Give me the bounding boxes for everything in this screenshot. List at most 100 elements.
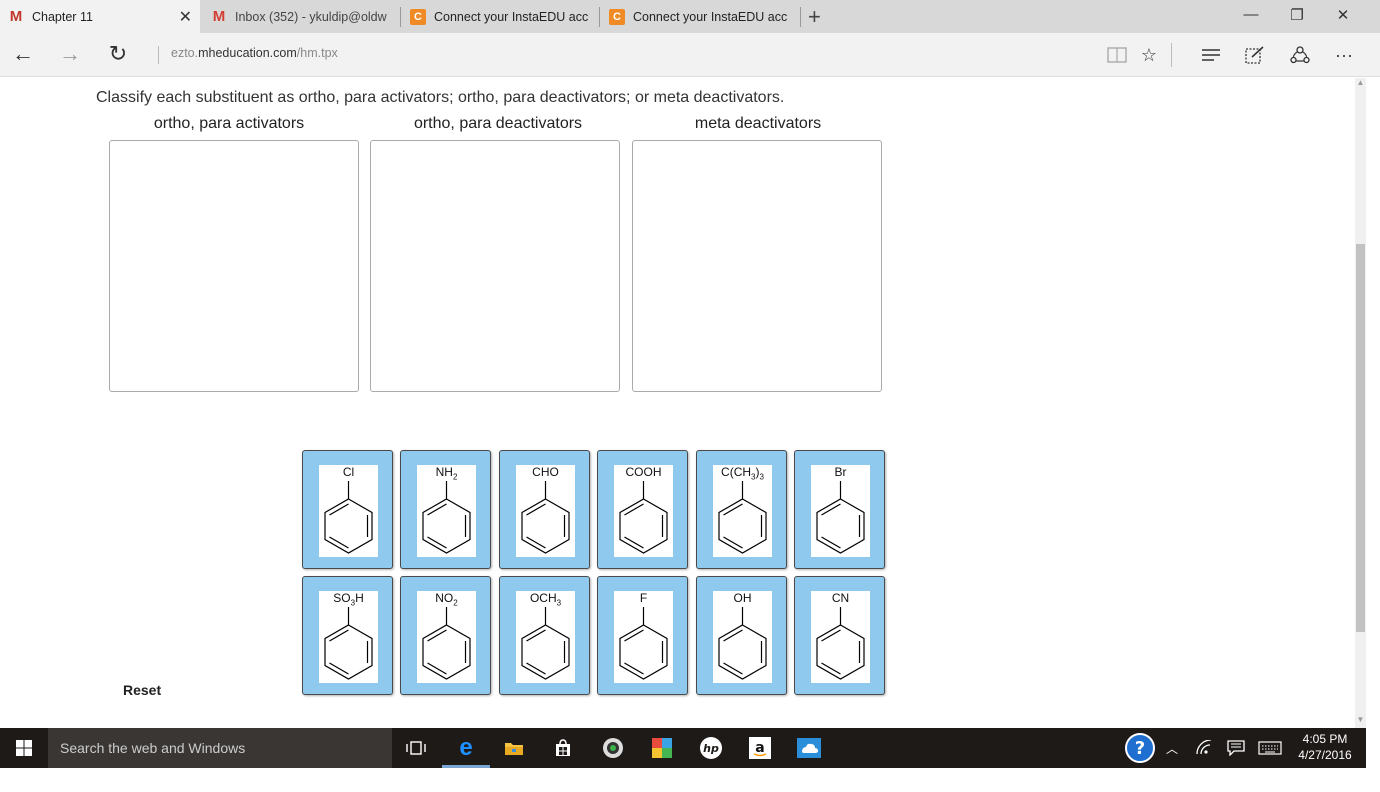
close-window-icon[interactable]: ✕ [1328, 6, 1358, 24]
url-field[interactable]: ezto.mheducation.com/hm.tpx [158, 46, 338, 64]
substituent-card-so3h[interactable]: SO3H [302, 576, 393, 695]
drop-zone-meta-deactivators[interactable] [632, 140, 882, 392]
benzene-structure: C(CH3)3 [713, 465, 772, 557]
bin-label-meta-deactivators: meta deactivators [694, 115, 822, 132]
tab-divider [599, 7, 600, 27]
connect-icon: C [609, 8, 625, 25]
new-tab-icon[interactable]: + [808, 4, 821, 30]
address-bar: ← → ↻ ezto.mheducation.com/hm.tpx ☆ ··· [0, 33, 1380, 77]
help-icon[interactable]: ? [1124, 732, 1156, 764]
tab-divider [800, 7, 801, 27]
taskbar-clock[interactable]: 4:05 PM 4/27/2016 [1290, 731, 1360, 763]
benzene-structure: OCH3 [516, 591, 575, 683]
taskbar: Search the web and Windows e hp a ? ︿ 4:… [0, 728, 1366, 768]
chevron-up-icon[interactable]: ︿ [1160, 736, 1184, 760]
benzene-structure: Br [811, 465, 870, 557]
drop-zone-op-deactivators[interactable] [370, 140, 620, 392]
benzene-structure: SO3H [319, 591, 378, 683]
tab-bar: M Chapter 11 ✕ M Inbox (352) - ykuldip@o… [0, 0, 1380, 33]
page-content: Classify each substituent as ortho, para… [0, 78, 1366, 728]
taskbar-search-input[interactable]: Search the web and Windows [48, 728, 392, 768]
substituent-card-no2[interactable]: NO2 [400, 576, 491, 695]
benzene-structure: OH [713, 591, 772, 683]
url-domain: mheducation.com [198, 46, 297, 60]
restore-icon[interactable]: ❐ [1282, 6, 1312, 24]
substituent-card-f[interactable]: F [597, 576, 688, 695]
toolbar-divider [1171, 43, 1172, 67]
url-path: /hm.tpx [296, 46, 338, 60]
tab-divider [400, 7, 401, 27]
substituent-card-cl[interactable]: Cl [302, 450, 393, 569]
hub-icon[interactable] [1198, 43, 1224, 67]
benzene-structure: F [614, 591, 673, 683]
tab-connect-2[interactable]: C Connect your InstaEDU acc [601, 0, 799, 33]
reading-view-icon[interactable] [1104, 43, 1130, 67]
amazon-icon[interactable]: a [748, 736, 772, 760]
gmail-icon: M [212, 8, 226, 25]
keyboard-icon[interactable] [1258, 736, 1282, 760]
file-explorer-icon[interactable] [502, 736, 526, 760]
scroll-up-icon[interactable]: ▲ [1355, 78, 1366, 90]
substituent-card-nh2[interactable]: NH2 [400, 450, 491, 569]
benzene-structure: NO2 [417, 591, 476, 683]
wifi-icon[interactable] [1192, 736, 1216, 760]
photos-app-icon[interactable] [650, 736, 674, 760]
more-icon[interactable]: ··· [1331, 43, 1357, 67]
url-prefix: ezto. [171, 46, 199, 60]
benzene-structure: COOH [614, 465, 673, 557]
tab-connect-1[interactable]: C Connect your InstaEDU acc [402, 0, 598, 33]
back-icon[interactable]: ← [8, 41, 38, 67]
substituent-label: CHO [532, 465, 559, 479]
drop-zone-op-activators[interactable] [109, 140, 359, 392]
edge-icon[interactable]: e [454, 734, 478, 761]
substituent-card-cch33[interactable]: C(CH3)3 [696, 450, 787, 569]
benzene-structure: NH2 [417, 465, 476, 557]
benzene-structure: Cl [319, 465, 378, 557]
substituent-label: OH [733, 591, 752, 605]
substituent-label: Cl [342, 465, 355, 479]
clock-date: 4/27/2016 [1298, 748, 1352, 762]
tab-inbox[interactable]: M Inbox (352) - ykuldip@oldw [203, 0, 400, 33]
question-prompt: Classify each substituent as ortho, para… [96, 89, 785, 106]
substituent-label: Br [834, 465, 847, 479]
camera-app-icon[interactable] [601, 736, 625, 760]
forward-icon[interactable]: → [55, 41, 85, 67]
action-center-icon[interactable] [1224, 736, 1248, 760]
substituent-label: F [639, 591, 648, 605]
svg-text:?: ? [1135, 738, 1145, 759]
substituent-card-br[interactable]: Br [794, 450, 885, 569]
tab-chapter-11[interactable]: M Chapter 11 ✕ [0, 0, 200, 33]
substituent-label: COOH [625, 465, 662, 479]
web-note-icon[interactable] [1242, 43, 1268, 67]
substituent-label: CN [831, 591, 850, 605]
share-icon[interactable] [1287, 43, 1313, 67]
minimize-icon[interactable]: — [1236, 6, 1266, 23]
substituent-card-cooh[interactable]: COOH [597, 450, 688, 569]
favorite-star-icon[interactable]: ☆ [1136, 43, 1162, 67]
svg-text:a: a [755, 740, 764, 756]
cloud-app-icon[interactable] [797, 736, 821, 760]
hp-icon[interactable]: hp [699, 736, 723, 760]
scrollbar-thumb[interactable] [1356, 244, 1365, 632]
substituent-card-oh[interactable]: OH [696, 576, 787, 695]
reset-button[interactable]: Reset [123, 682, 161, 698]
clock-time: 4:05 PM [1302, 732, 1348, 746]
store-icon[interactable] [551, 736, 575, 760]
svg-text:hp: hp [703, 742, 719, 755]
substituent-card-och3[interactable]: OCH3 [499, 576, 590, 695]
tab-title: Connect your InstaEDU acc [434, 9, 589, 24]
refresh-icon[interactable]: ↻ [103, 41, 133, 67]
benzene-structure: CN [811, 591, 870, 683]
scroll-down-icon[interactable]: ▼ [1355, 715, 1366, 727]
close-tab-icon[interactable]: ✕ [179, 7, 192, 27]
substituent-card-cn[interactable]: CN [794, 576, 885, 695]
bin-label-op-deactivators: ortho, para deactivators [413, 115, 583, 132]
connect-icon: C [410, 8, 426, 25]
windows-start-icon[interactable] [0, 728, 48, 768]
tab-title: Connect your InstaEDU acc [633, 9, 788, 24]
benzene-structure: CHO [516, 465, 575, 557]
substituent-card-cho[interactable]: CHO [499, 450, 590, 569]
screen-margin [0, 768, 1380, 792]
task-view-icon[interactable] [404, 736, 428, 760]
bin-label-op-activators: ortho, para activators [153, 115, 305, 132]
